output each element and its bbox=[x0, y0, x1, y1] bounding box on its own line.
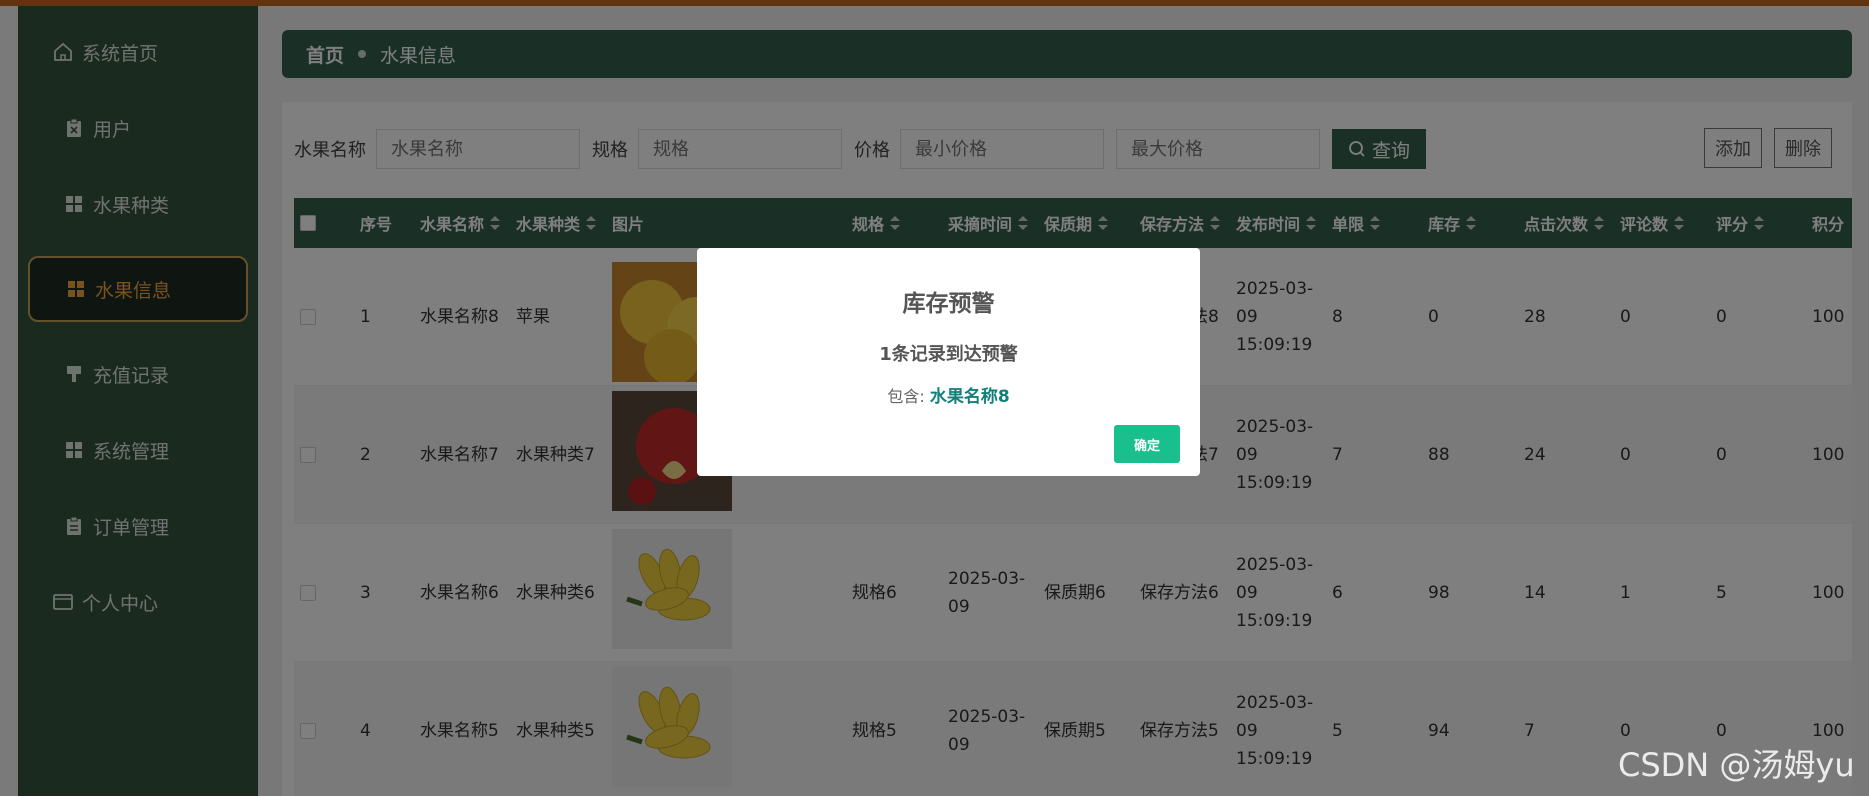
stock-warning-dialog: 库存预警 1条记录到达预警 包含: 水果名称8 确定 bbox=[697, 248, 1200, 476]
contains-label: 包含: bbox=[887, 387, 925, 406]
dialog-contains: 包含: 水果名称8 bbox=[697, 382, 1200, 407]
dialog-title: 库存预警 bbox=[902, 291, 995, 317]
dialog-message: 1条记录到达预警 bbox=[879, 344, 1018, 365]
contains-value: 水果名称8 bbox=[929, 387, 1010, 407]
watermark: CSDN @汤姆yu bbox=[1618, 746, 1855, 784]
confirm-button[interactable]: 确定 bbox=[1114, 425, 1180, 463]
